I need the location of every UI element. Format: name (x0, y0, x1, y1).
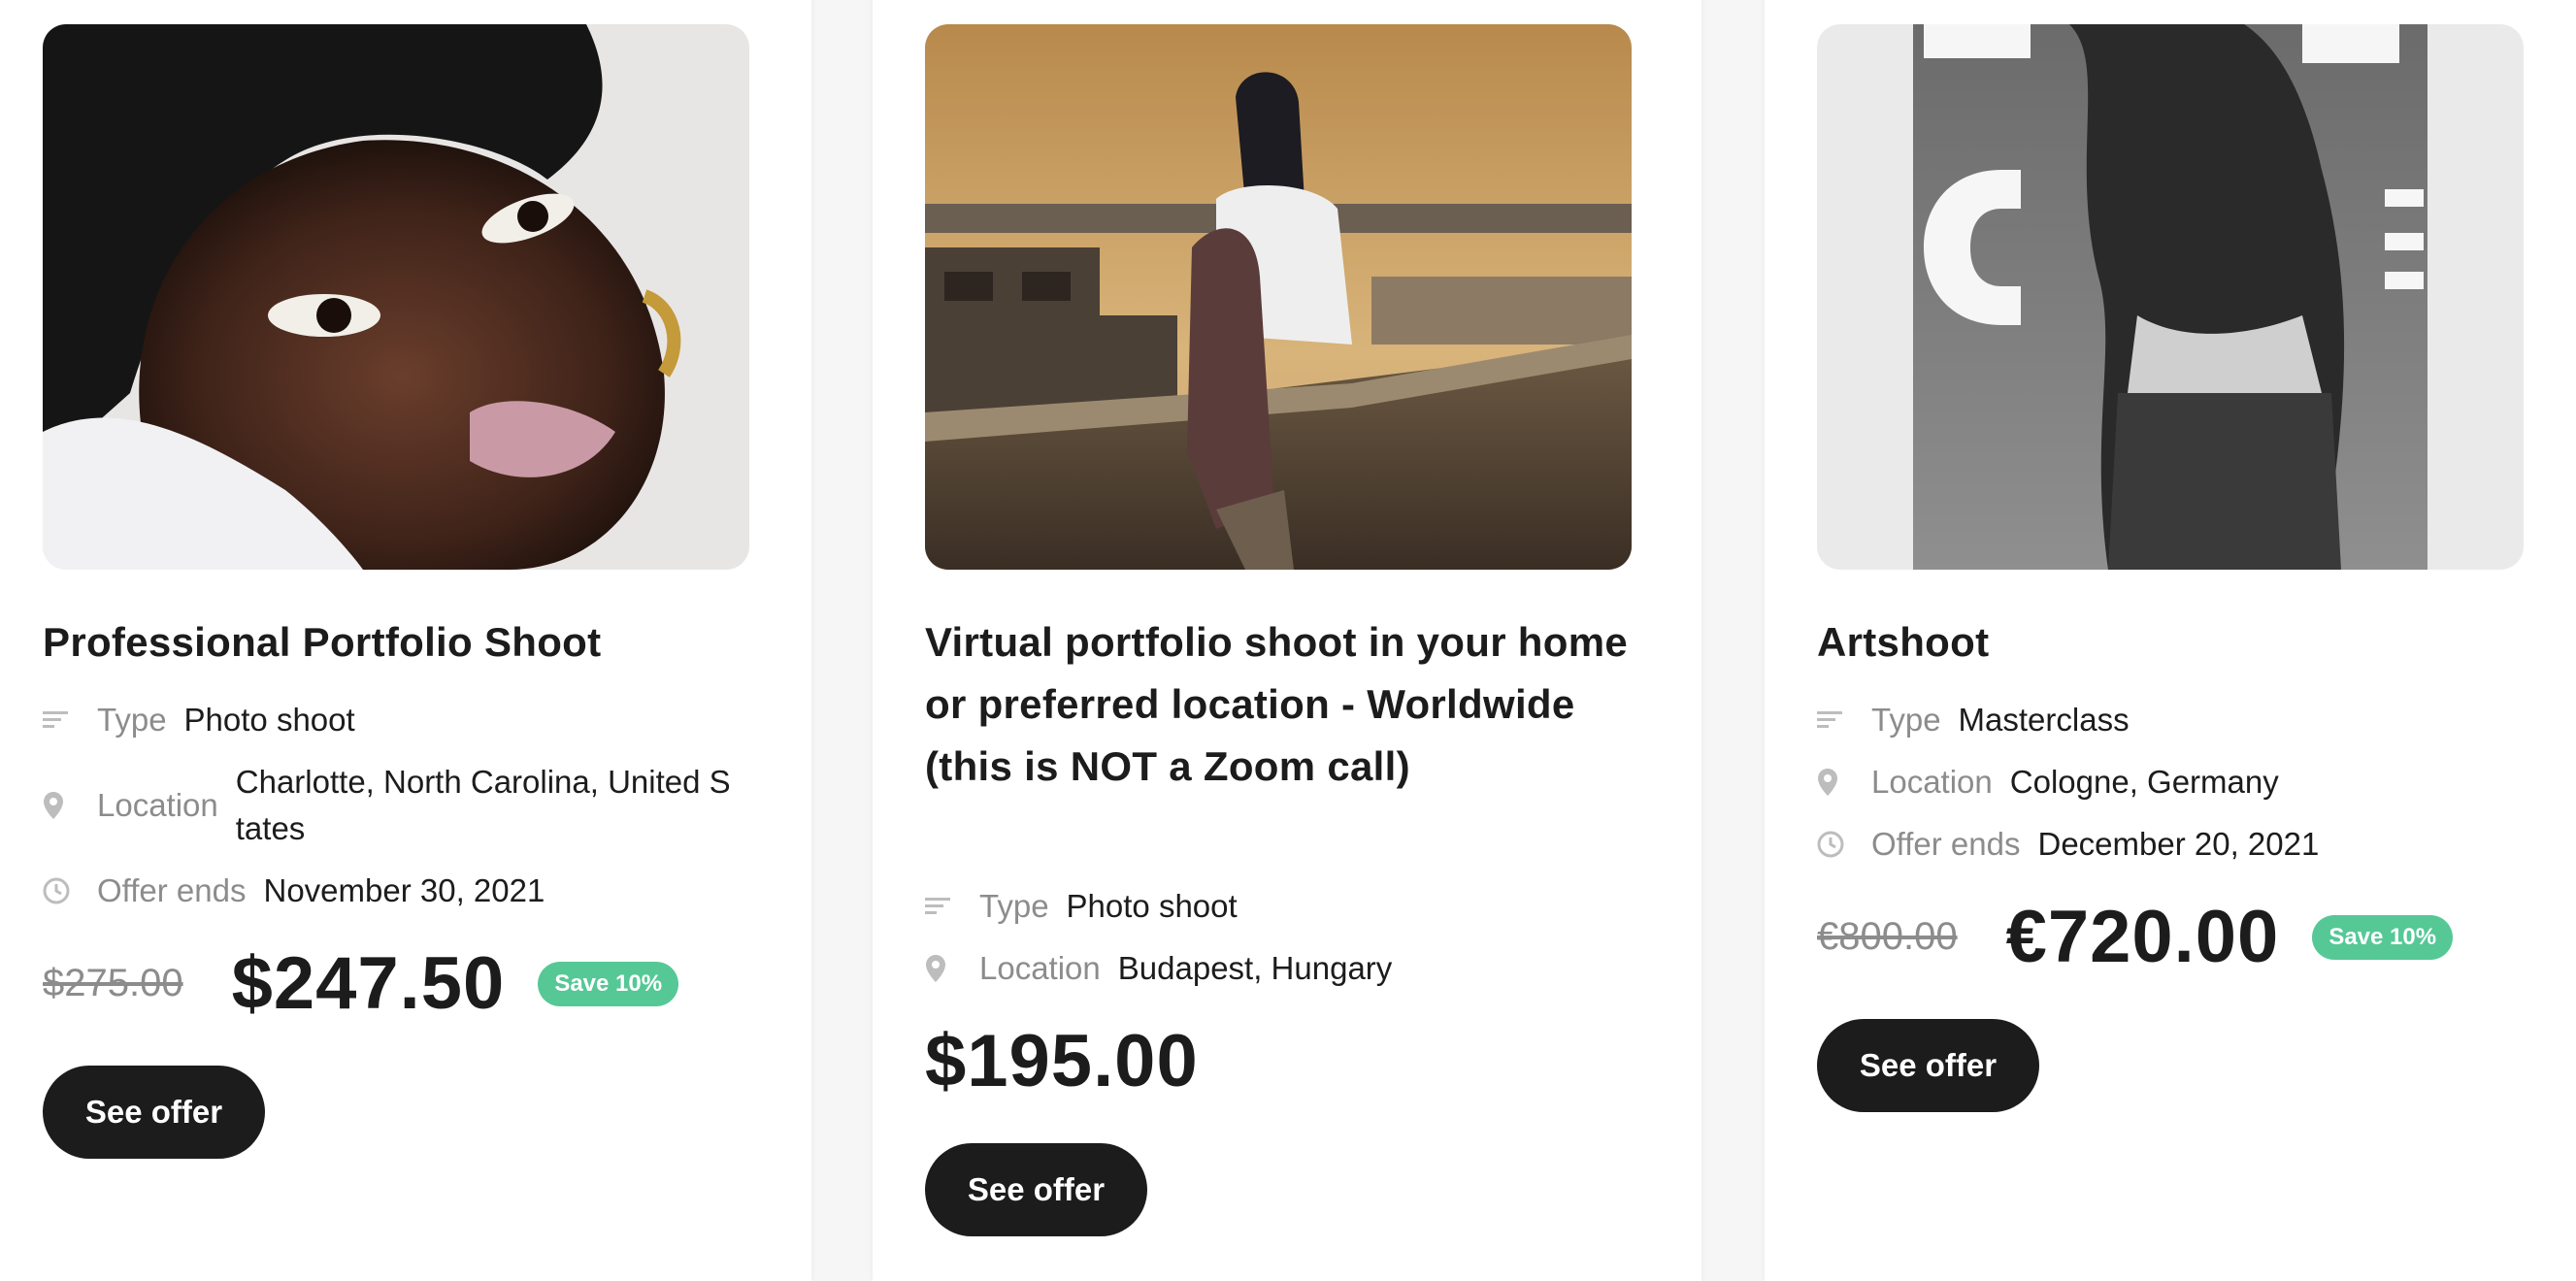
discount-badge: Save 10% (2312, 914, 2454, 960)
ends-label: Offer ends (1871, 826, 2021, 862)
offer-title[interactable]: Artshoot (1817, 611, 2535, 673)
rooftop-photo (925, 24, 1632, 570)
type-label: Type (979, 888, 1049, 924)
see-offer-button[interactable]: See offer (1817, 1019, 2039, 1112)
location-label: Location (1871, 764, 1993, 800)
offer-photo[interactable] (1817, 24, 2524, 570)
current-price: €720.00 (2005, 896, 2280, 978)
ends-value: December 20, 2021 (2037, 826, 2320, 862)
price-block: $275.00 $247.50 Save 10% (43, 941, 679, 1026)
clock-icon (43, 868, 97, 914)
lines-icon (43, 697, 97, 743)
see-offer-button[interactable]: See offer (43, 1066, 265, 1159)
map-pin-icon (1817, 759, 1871, 805)
type-row: Type Photo shoot (925, 883, 1643, 930)
current-price: $195.00 (925, 1020, 1199, 1102)
type-value: Masterclass (1958, 702, 2130, 738)
location-label: Location (97, 787, 218, 823)
map-pin-icon (925, 945, 979, 992)
type-label: Type (1871, 702, 1941, 738)
type-value: Photo shoot (1066, 888, 1238, 924)
location-value: Cologne, Germany (2009, 764, 2279, 800)
offer-details: Type Photo shoot Location Charlotte, Nor… (43, 697, 761, 930)
price-block: $195.00 (925, 1019, 1232, 1103)
current-price: $247.50 (231, 942, 506, 1025)
offer-photo[interactable] (925, 24, 1632, 570)
ends-row: Offer ends December 20, 2021 (1817, 821, 2535, 868)
discount-badge: Save 10% (538, 961, 679, 1006)
location-row: Location Budapest, Hungary (925, 945, 1643, 992)
location-label: Location (979, 950, 1101, 986)
old-price: €800.00 (1817, 915, 1958, 958)
offer-title[interactable]: Virtual portfolio shoot in your home or … (925, 611, 1643, 798)
ends-value: November 30, 2021 (263, 872, 545, 908)
type-row: Type Photo shoot (43, 697, 761, 743)
clock-icon (1817, 821, 1871, 868)
location-value: Budapest, Hungary (1117, 950, 1393, 986)
offer-title[interactable]: Professional Portfolio Shoot (43, 611, 761, 673)
offer-photo[interactable] (43, 24, 749, 570)
map-pin-icon (43, 759, 97, 852)
location-row: Location Charlotte, North Carolina, Unit… (43, 759, 761, 852)
artshoot-photo (1817, 24, 2524, 570)
offer-card[interactable]: Virtual portfolio shoot in your home or … (873, 0, 1701, 1281)
location-value: Charlotte, North Carolina, United States (235, 764, 731, 846)
price-block: €800.00 €720.00 Save 10% (1817, 895, 2454, 979)
type-value: Photo shoot (183, 702, 355, 738)
portrait-photo (43, 24, 749, 570)
see-offer-button[interactable]: See offer (925, 1143, 1147, 1236)
type-label: Type (97, 702, 167, 738)
type-row: Type Masterclass (1817, 697, 2535, 743)
lines-icon (1817, 697, 1871, 743)
location-row: Location Cologne, Germany (1817, 759, 2535, 805)
offer-card[interactable]: Professional Portfolio Shoot Type Photo … (0, 0, 811, 1281)
offer-details: Type Photo shoot Location Budapest, Hung… (925, 883, 1643, 1007)
old-price: $275.00 (43, 962, 183, 1004)
offer-card[interactable]: Artshoot Type Masterclass Location Colog… (1765, 0, 2576, 1281)
ends-label: Offer ends (97, 872, 247, 908)
lines-icon (925, 883, 979, 930)
offer-details: Type Masterclass Location Cologne, Germa… (1817, 697, 2535, 883)
ends-row: Offer ends November 30, 2021 (43, 868, 761, 914)
